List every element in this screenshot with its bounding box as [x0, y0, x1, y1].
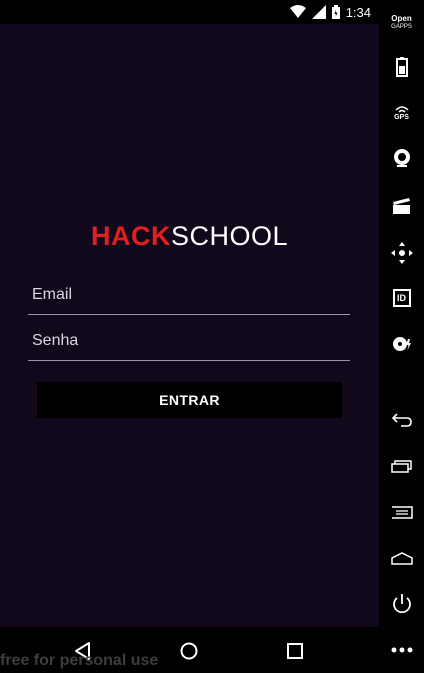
home-icon [390, 552, 413, 565]
power-icon [392, 594, 411, 614]
screencast-tool-button[interactable] [379, 191, 424, 221]
enter-button[interactable]: ENTRAR [37, 382, 342, 418]
gps-label: GPS [394, 113, 409, 121]
more-options-button[interactable] [379, 635, 424, 665]
battery-tool-button[interactable] [379, 52, 424, 82]
id-icon: ID [392, 289, 411, 307]
status-bar: 1:34 [0, 0, 379, 24]
disc-flash-icon [392, 337, 411, 351]
dpad-tool-button[interactable] [379, 238, 424, 268]
battery-tool-icon [395, 57, 408, 77]
wifi-icon [289, 5, 306, 18]
device-id-button[interactable]: ID [379, 283, 424, 313]
open-gapps-button[interactable]: Open GAPPS [379, 8, 424, 38]
home-tool-button[interactable] [379, 543, 424, 573]
media-tool-button[interactable] [379, 329, 424, 359]
menu-icon [391, 506, 413, 519]
signal-icon [311, 5, 326, 19]
gps-signal-icon [394, 105, 409, 113]
logo-hack-text: HACK [90, 221, 171, 251]
password-field[interactable] [28, 321, 350, 361]
gps-tool-button[interactable]: GPS [379, 98, 424, 128]
logo-school-text: SCHOOL [170, 221, 289, 251]
gapps-label: GAPPS [391, 24, 412, 30]
move-arrows-icon [390, 242, 413, 264]
back-arrow-icon [391, 413, 412, 427]
clapperboard-icon [392, 198, 410, 214]
camera-tool-button[interactable] [379, 143, 424, 173]
nav-recents-icon[interactable] [283, 639, 307, 663]
app-logo: HACKSCHOOL [0, 221, 379, 251]
recent-apps-tool-button[interactable] [379, 451, 424, 481]
battery-icon [331, 5, 340, 19]
status-time: 1:34 [345, 4, 371, 20]
menu-tool-button[interactable] [379, 497, 424, 527]
back-tool-button[interactable] [379, 405, 424, 435]
recent-apps-icon [390, 460, 412, 473]
watermark-text: free for personal use [0, 652, 159, 669]
status-icons: 1:34 [289, 3, 371, 21]
email-field[interactable] [28, 275, 350, 315]
email-input[interactable] [28, 275, 350, 314]
more-dots-icon [391, 647, 412, 653]
power-tool-button[interactable] [379, 589, 424, 619]
webcam-icon [393, 149, 410, 167]
login-screen: HACKSCHOOL ENTRAR [0, 24, 379, 627]
password-input[interactable] [28, 321, 350, 360]
emulator-toolbar: Open GAPPS GPS ID [379, 0, 424, 673]
open-gapps-label: Open [391, 14, 412, 23]
nav-home-icon[interactable] [177, 639, 201, 663]
id-label: ID [397, 293, 406, 303]
